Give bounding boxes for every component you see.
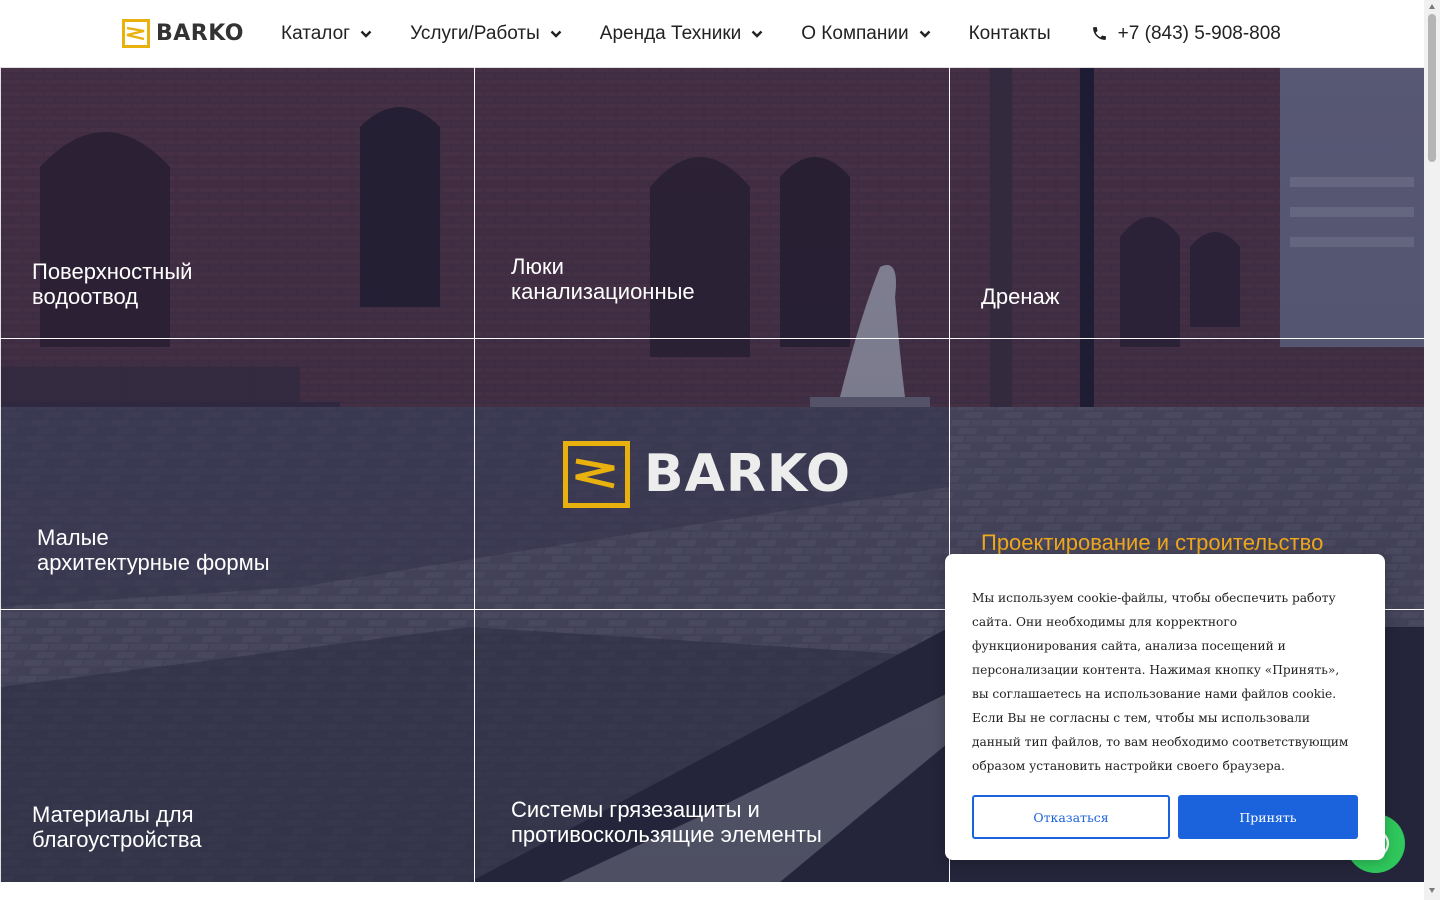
tile-label: Люки канализационные [511, 254, 695, 304]
nav-item-label: Контакты [968, 22, 1051, 44]
scroll-thumb[interactable] [1428, 14, 1436, 162]
phone-number: +7 (843) 5-908-808 [1117, 22, 1281, 44]
nav-item-catalog[interactable]: Каталог [281, 23, 372, 45]
center-logo: BARKO [563, 440, 863, 508]
tile-label: Материалы для благоустройства [32, 802, 202, 852]
tile-surface-drainage[interactable]: Поверхностный водоотвод [0, 67, 475, 339]
decline-button[interactable]: Отказаться [972, 795, 1170, 839]
scroll-down-icon[interactable] [1428, 886, 1436, 894]
tile-drainage[interactable]: Дренаж [949, 67, 1424, 339]
logo-text: BARKO [156, 20, 244, 46]
main-nav: Каталог Услуги/Работы Аренда Техники О К… [281, 0, 1281, 67]
chevron-down-icon [751, 30, 763, 38]
site-logo[interactable]: BARKO [122, 18, 244, 48]
chevron-down-icon [360, 30, 372, 38]
tile-label: Дренаж [981, 284, 1060, 309]
tile-label: Проектирование и строительство [981, 530, 1324, 555]
chevron-down-icon [550, 30, 562, 38]
phone-link[interactable]: +7 (843) 5-908-808 [1091, 23, 1281, 45]
tile-small-architectural-forms[interactable]: Малые архитектурные формы [0, 338, 475, 610]
accept-button[interactable]: Принять [1178, 795, 1358, 839]
nav-item-label: О Компании [801, 22, 909, 44]
tile-label: Малые архитектурные формы [37, 525, 270, 575]
logo-mark-icon [122, 18, 150, 48]
cookie-consent-dialog: Мы используем cookie-файлы, чтобы обеспе… [945, 554, 1385, 860]
cookie-buttons: Отказаться Принять [972, 795, 1358, 839]
tile-landscaping-materials[interactable]: Материалы для благоустройства [0, 609, 475, 882]
site-header: BARKO Каталог Услуги/Работы Аренда Техни… [0, 0, 1424, 67]
nav-item-services[interactable]: Услуги/Работы [410, 23, 562, 45]
tile-label: Поверхностный водоотвод [32, 259, 193, 309]
nav-item-label: Каталог [281, 22, 351, 44]
nav-item-label: Аренда Техники [599, 22, 742, 44]
center-logo-text: BARKO [644, 444, 852, 504]
phone-icon [1092, 27, 1106, 40]
tile-label: Системы грязезащиты и противоскользящие э… [511, 797, 822, 847]
nav-item-rental[interactable]: Аренда Техники [600, 23, 763, 45]
tile-manholes[interactable]: Люки канализационные [474, 67, 950, 339]
tile-dirt-protection[interactable]: Системы грязезащиты и противоскользящие э… [474, 609, 950, 882]
logo-mark-icon [563, 440, 630, 508]
nav-item-about[interactable]: О Компании [801, 23, 930, 45]
nav-item-contacts[interactable]: Контакты [969, 23, 1051, 45]
scroll-up-icon[interactable] [1428, 3, 1436, 11]
page-scrollbar[interactable] [1424, 0, 1440, 900]
nav-item-label: Услуги/Работы [410, 22, 540, 44]
cookie-consent-text: Мы используем cookie-файлы, чтобы обеспе… [972, 591, 1349, 773]
chevron-down-icon [919, 30, 930, 38]
